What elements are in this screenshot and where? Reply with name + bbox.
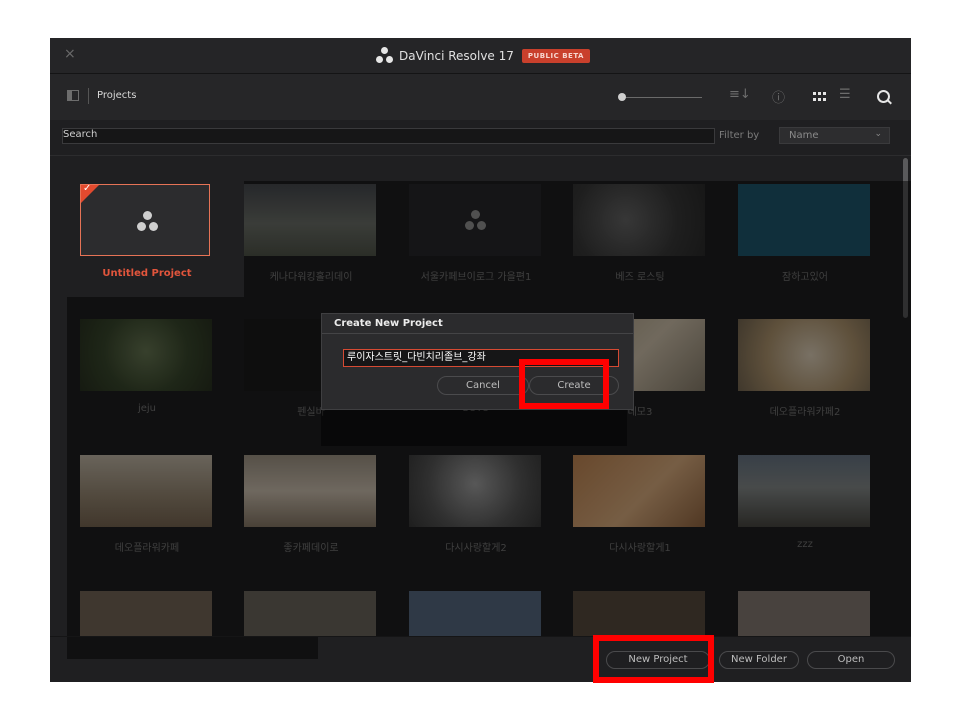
footer-bar: New Project New Folder Open — [50, 636, 911, 682]
open-button[interactable]: Open — [807, 651, 895, 669]
project-thumbnail: ✓ — [80, 184, 210, 256]
sort-icon[interactable]: ≡↓ — [729, 87, 751, 102]
chevron-down-icon: ⌄ — [874, 129, 882, 139]
check-icon: ✓ — [83, 184, 92, 194]
title-center: DaVinci Resolve 17 PUBLIC BETA — [376, 47, 590, 64]
toolbar-divider — [88, 88, 89, 104]
close-icon[interactable]: × — [64, 46, 76, 62]
page-title: Projects — [97, 90, 137, 101]
toolbar: Projects ≡↓ ⓘ ☰ — [50, 74, 911, 120]
search-icon[interactable] — [877, 90, 890, 103]
slider-knob[interactable] — [618, 93, 626, 101]
filter-label: Filter by — [719, 130, 760, 141]
dialog-title: Create New Project — [334, 318, 443, 329]
davinci-logo-icon — [137, 211, 159, 233]
overlay-shade — [321, 410, 627, 446]
filter-value: Name — [789, 130, 819, 141]
beta-badge: PUBLIC BETA — [521, 48, 590, 63]
new-folder-button[interactable]: New Folder — [719, 651, 799, 669]
filter-select[interactable]: Name ⌄ — [779, 127, 890, 144]
cancel-button[interactable]: Cancel — [437, 376, 529, 395]
grid-view-icon[interactable] — [813, 92, 826, 101]
app-title: DaVinci Resolve 17 — [399, 48, 514, 63]
overlay-shade — [244, 181, 911, 297]
thumbnail-size-slider[interactable] — [624, 97, 702, 98]
info-icon[interactable]: ⓘ — [772, 87, 785, 106]
title-bar: × DaVinci Resolve 17 PUBLIC BETA — [50, 38, 911, 74]
dialog-divider — [322, 333, 633, 334]
list-view-icon[interactable]: ☰ — [839, 87, 851, 102]
sidebar-toggle-icon[interactable] — [67, 90, 79, 101]
highlight-create — [519, 359, 609, 409]
search-row: Search Filter by Name ⌄ — [50, 121, 911, 156]
highlight-new-project — [593, 635, 714, 683]
project-label: Untitled Project — [102, 268, 192, 279]
search-input[interactable] — [62, 128, 715, 144]
project-card[interactable]: ✓ Untitled Project — [65, 181, 229, 301]
davinci-logo-icon — [376, 47, 393, 64]
overlay-shade — [67, 637, 318, 659]
